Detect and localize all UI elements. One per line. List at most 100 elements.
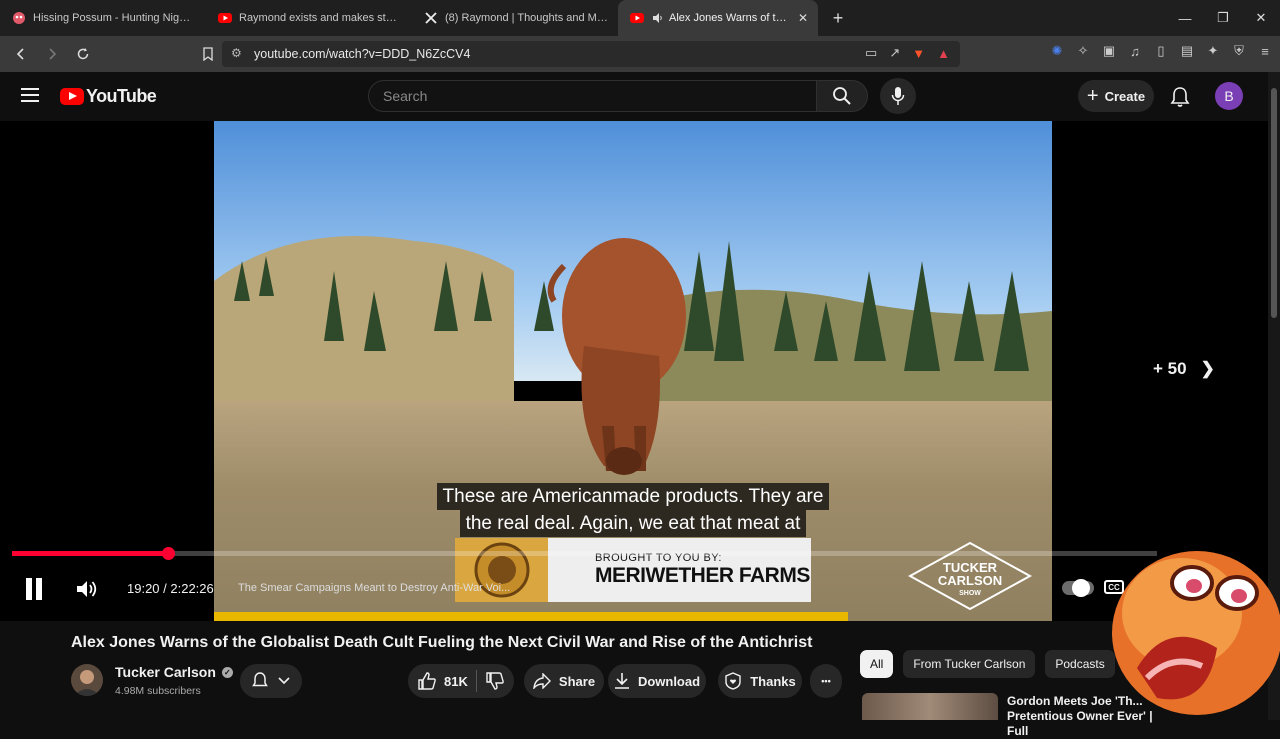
menu-icon[interactable]: ≡: [1258, 44, 1272, 59]
caption-line: These are Americanmade products. They ar…: [436, 483, 830, 510]
microphone-icon: [891, 87, 905, 105]
restore-button[interactable]: ❐: [1204, 0, 1242, 36]
notification-settings-button[interactable]: [240, 664, 302, 698]
crying-face-emoji-overlay: [1112, 551, 1280, 715]
extension-icon[interactable]: ✺: [1050, 43, 1064, 59]
player-controls: 19:20 / 2:22:26 The Smear Campaigns Mean…: [0, 571, 1268, 607]
like-button[interactable]: 81K: [408, 672, 476, 690]
browser-tab-active[interactable]: Alex Jones Warns of the Glob ✕: [618, 0, 818, 36]
time-display: 19:20 / 2:22:26: [127, 581, 214, 596]
new-tab-button[interactable]: +: [824, 4, 852, 32]
extensions-row: ✺ ✧ ▣ ♫ ▯ ▤ ✦ ⛨ ≡: [1050, 43, 1272, 59]
caption-line: the real deal. Again, we eat that meat a…: [459, 510, 807, 537]
download-button[interactable]: Download: [608, 664, 706, 698]
youtube-play-icon: [60, 88, 84, 105]
brave-shields-icon[interactable]: ▼: [912, 46, 925, 61]
search-icon: [833, 87, 851, 105]
create-button[interactable]: + Create: [1078, 80, 1154, 112]
youtube-logo[interactable]: YouTube: [60, 86, 157, 107]
thumbs-down-icon: [486, 672, 504, 690]
x-favicon-icon: [424, 11, 438, 25]
address-bar[interactable]: ⚙ youtube.com/watch?v=DDD_N6ZcCV4 ▭ ↗ ▼ …: [222, 41, 960, 67]
recommended-video-title[interactable]: Gordon Meets Joe 'Th... Pretentious Owne…: [1007, 694, 1167, 739]
video-player[interactable]: These are Americanmade products. They ar…: [0, 121, 1268, 621]
video-title: Alex Jones Warns of the Globalist Death …: [71, 634, 813, 651]
thanks-button[interactable]: Thanks: [718, 664, 802, 698]
thumbs-up-icon: [418, 672, 436, 690]
browser-tab[interactable]: (8) Raymond | Thoughts and Mind (8: [412, 0, 618, 36]
forward-icon[interactable]: [39, 41, 65, 67]
volume-icon[interactable]: [76, 579, 98, 604]
notifications-bell-icon[interactable]: [1170, 86, 1190, 113]
guide-menu-icon[interactable]: [21, 88, 39, 102]
reload-icon[interactable]: [70, 41, 96, 67]
recommended-video-thumbnail[interactable]: [862, 693, 998, 720]
tab-title: Alex Jones Warns of the Glob: [669, 12, 790, 24]
voice-search-button[interactable]: [880, 78, 916, 114]
like-dislike-group: 81K: [408, 664, 514, 698]
tab-title: (8) Raymond | Thoughts and Mind (8: [445, 12, 608, 24]
browser-tab[interactable]: Raymond exists and makes stuff (not: [206, 0, 412, 36]
channel-name[interactable]: Tucker Carlson ✓: [115, 664, 233, 680]
more-actions-button[interactable]: •••: [810, 664, 842, 698]
verified-check-icon: ✓: [221, 666, 233, 678]
site-settings-icon[interactable]: ⚙: [231, 46, 242, 60]
youtube-favicon-icon: [630, 11, 644, 25]
bookmark-icon[interactable]: [195, 41, 221, 67]
minimize-button[interactable]: —: [1166, 0, 1204, 36]
browser-tab-bar: Hissing Possum - Hunting Niggers in Raym…: [0, 0, 1280, 36]
window-controls: — ❐ ✕: [1166, 0, 1280, 36]
close-window-button[interactable]: ✕: [1242, 0, 1280, 36]
browser-toolbar: ⚙ youtube.com/watch?v=DDD_N6ZcCV4 ▭ ↗ ▼ …: [0, 36, 1280, 72]
cow-image: [547, 238, 686, 475]
media-icon[interactable]: ♫: [1128, 44, 1142, 59]
extensions-puzzle-icon[interactable]: ✧: [1076, 43, 1090, 59]
progress-bar[interactable]: [12, 547, 1157, 560]
like-count: 81K: [444, 673, 468, 689]
brave-rewards-icon[interactable]: ▲: [937, 46, 950, 61]
tab-title: Raymond exists and makes stuff (not: [239, 12, 402, 24]
search-button[interactable]: [816, 80, 868, 112]
subscriber-count: 4.98M subscribers: [115, 685, 201, 697]
plus-icon: +: [1086, 84, 1099, 107]
speaker-icon[interactable]: [651, 11, 665, 25]
pause-button[interactable]: [24, 578, 44, 600]
browser-tab[interactable]: Hissing Possum - Hunting Niggers in: [0, 0, 206, 36]
tab-title: Hissing Possum - Hunting Niggers in: [33, 12, 196, 24]
share-page-icon[interactable]: ↗: [889, 45, 900, 61]
lower-third-bar: [214, 612, 848, 621]
share-arrow-icon: [533, 673, 551, 689]
back-icon[interactable]: [8, 41, 34, 67]
seek-forward-indicator: + 50 ❯: [1153, 359, 1215, 378]
vpn-icon[interactable]: ⛨: [1232, 43, 1246, 59]
chapter-title[interactable]: The Smear Campaigns Meant to Destroy Ant…: [238, 582, 520, 594]
chevron-down-icon: [278, 677, 290, 685]
sidebar-toggle-icon[interactable]: ▯: [1154, 43, 1168, 59]
bell-icon: [252, 672, 268, 690]
youtube-header: YouTube Search + Create B: [0, 72, 1268, 122]
download-icon: [614, 672, 630, 690]
progress-scrubber[interactable]: [162, 547, 175, 560]
autoplay-toggle[interactable]: [1062, 579, 1094, 597]
possum-favicon-icon: [12, 11, 26, 25]
account-avatar[interactable]: B: [1215, 82, 1243, 110]
chip-podcasts[interactable]: Podcasts: [1045, 650, 1115, 678]
thanks-heart-icon: [724, 672, 742, 690]
chevron-right-icon: ❯: [1200, 359, 1215, 378]
video-frame[interactable]: These are Americanmade products. They ar…: [214, 121, 1052, 621]
url-text: youtube.com/watch?v=DDD_N6ZcCV4: [254, 47, 471, 61]
youtube-favicon-icon: [218, 11, 232, 25]
reading-list-icon[interactable]: ▣: [1102, 43, 1116, 59]
captions: These are Americanmade products. They ar…: [214, 483, 1052, 537]
chip-all[interactable]: All: [860, 650, 894, 678]
related-filter-chips: All From Tucker Carlson Podcasts: [860, 650, 1115, 678]
leo-ai-icon[interactable]: ✦: [1206, 43, 1220, 59]
close-tab-icon[interactable]: ✕: [798, 11, 808, 25]
chip-from-tucker-carlson[interactable]: From Tucker Carlson: [903, 650, 1036, 678]
dislike-button[interactable]: [476, 672, 514, 690]
channel-avatar[interactable]: [71, 664, 103, 696]
wallet-icon[interactable]: ▤: [1180, 43, 1194, 59]
install-icon[interactable]: ▭: [865, 45, 877, 61]
share-button[interactable]: Share: [524, 664, 604, 698]
search-input[interactable]: Search: [368, 80, 817, 112]
